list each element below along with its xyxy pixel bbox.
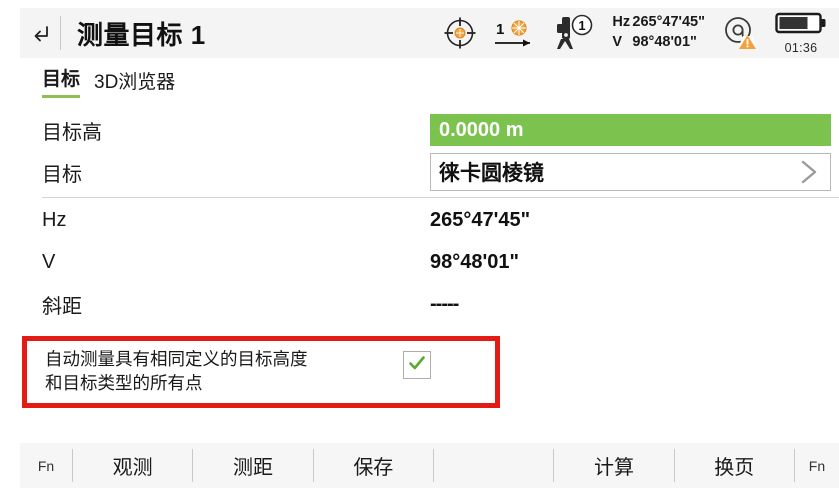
svg-text:1: 1	[496, 21, 504, 38]
at-warning-icon[interactable]	[721, 14, 759, 52]
battery-time-label: 01:36	[784, 41, 818, 55]
tab-3d-viewer-label: 3D浏览器	[94, 72, 176, 93]
save-label: 保存	[353, 457, 394, 479]
status-bar: 1 1 Hz 265°47'45" V 98°48'01" 01:36	[436, 8, 839, 58]
auto-measure-line2: 和目标类型的所有点	[45, 373, 203, 393]
observe-label: 观测	[112, 457, 153, 479]
v-row-label: V	[42, 250, 56, 273]
slope-distance-value: -----	[430, 292, 459, 315]
tab-target-label: 目标	[42, 69, 81, 90]
toolbar-empty-slot	[434, 443, 553, 488]
battery-icon	[775, 11, 827, 40]
slope-distance-label: 斜距	[42, 295, 82, 318]
auto-measure-line1: 自动测量具有相同定义的目标高度	[45, 349, 308, 370]
angle-readout: Hz 265°47'45" V 98°48'01"	[612, 13, 705, 52]
observe-button[interactable]: 观测	[73, 443, 192, 488]
auto-measure-label: 自动测量具有相同定义的目标高度 和目标类型的所有点	[45, 348, 397, 395]
chevron-right-icon	[796, 157, 822, 187]
v-row-value: 98°48'01"	[430, 250, 519, 273]
fn-left-label: Fn	[37, 457, 55, 474]
distance-label: 测距	[232, 457, 273, 479]
tab-bar: 目标 3D浏览器	[42, 64, 189, 98]
target-label: 目标	[42, 163, 82, 186]
title-bar: 测量目标 1 1 1 Hz 265°47'45" V 98°48'01" 01:…	[20, 8, 839, 58]
target-height-input[interactable]: 0.0000 m	[430, 114, 831, 146]
total-station-icon[interactable]: 1	[552, 13, 598, 53]
row-target-height: 目标高 0.0000 m	[42, 110, 839, 150]
auto-measure-checkbox[interactable]	[403, 351, 431, 379]
page-title: 测量目标 1	[77, 19, 206, 50]
save-button[interactable]: 保存	[314, 443, 433, 488]
tab-3d-viewer[interactable]: 3D浏览器	[94, 67, 175, 98]
row-v: V 98°48'01"	[42, 241, 839, 283]
calculate-button[interactable]: 计算	[554, 443, 673, 488]
page-switch-button[interactable]: 换页	[675, 443, 794, 488]
checkmark-icon	[407, 353, 427, 378]
target-select-value: 徕卡圆棱镜	[439, 162, 544, 185]
target-select[interactable]: 徕卡圆棱镜	[430, 153, 831, 191]
v-label: V	[612, 34, 623, 50]
hz-row-label: Hz	[42, 208, 67, 231]
hz-label: Hz	[612, 14, 631, 31]
calculate-label: 计算	[593, 457, 634, 479]
target-form: 目标高 0.0000 m 目标 徕卡圆棱镜 Hz 265°47'45" V 98…	[42, 110, 839, 325]
tab-target[interactable]: 目标	[42, 64, 81, 98]
fn-left-button[interactable]: Fn	[20, 443, 72, 488]
v-value: 98°48'01"	[632, 34, 697, 50]
prism-direction-icon[interactable]: 1	[490, 15, 540, 51]
back-arrow-icon	[28, 22, 52, 44]
auto-measure-highlight: 自动测量具有相同定义的目标高度 和目标类型的所有点	[22, 336, 500, 408]
row-slope-distance: 斜距 -----	[42, 283, 839, 325]
back-button[interactable]	[20, 8, 60, 58]
title-divider	[60, 16, 61, 50]
target-height-label: 目标高	[42, 121, 102, 144]
hz-row-value: 265°47'45"	[430, 208, 531, 231]
fn-right-label: Fn	[808, 457, 826, 474]
hz-value: 265°47'45"	[632, 14, 705, 31]
battery-status[interactable]: 01:36	[775, 11, 827, 55]
form-divider	[42, 197, 839, 198]
row-hz: Hz 265°47'45"	[42, 199, 839, 241]
svg-text:1: 1	[579, 18, 586, 33]
distance-button[interactable]: 测距	[193, 443, 312, 488]
crosshair-target-icon[interactable]	[442, 15, 478, 51]
row-target: 目标 徕卡圆棱镜	[42, 150, 839, 194]
fn-right-button[interactable]: Fn	[795, 443, 839, 488]
bottom-toolbar: Fn 观测 测距 保存 计算 换页 Fn	[20, 443, 839, 488]
page-switch-label: 换页	[714, 457, 755, 479]
